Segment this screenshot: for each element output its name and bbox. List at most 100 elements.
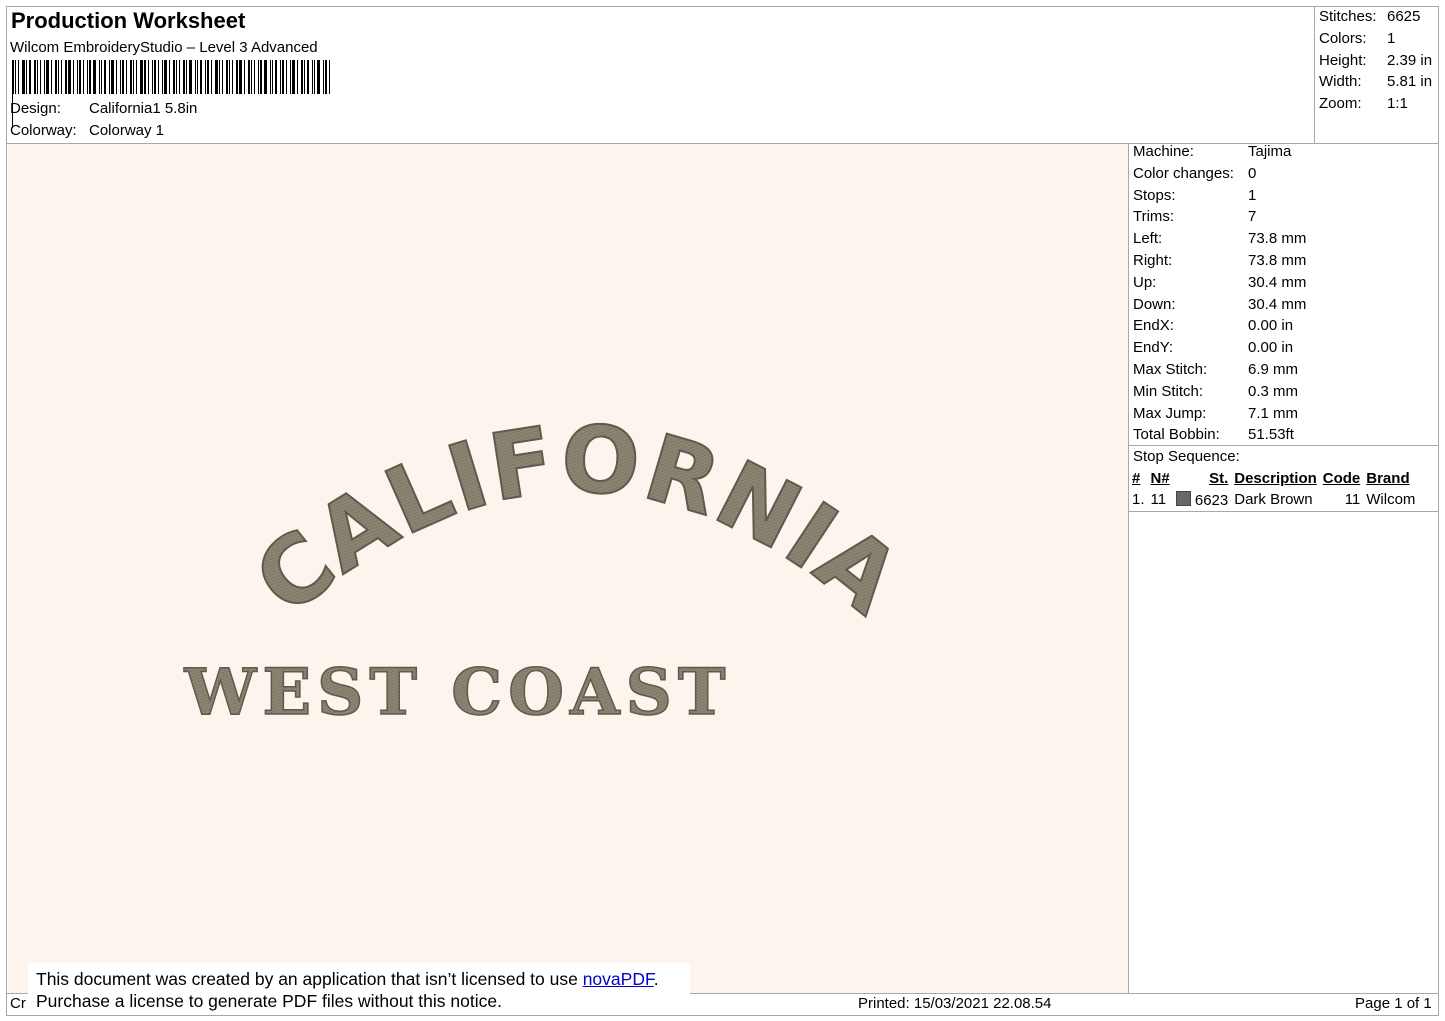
barcode-bar [169,60,170,94]
detail-value: 73.8 mm [1248,230,1307,248]
barcode-bar [99,60,100,94]
barcode-bar [307,60,309,94]
barcode-bar [264,60,267,94]
barcode-bar [239,60,242,94]
stop-sequence-title: Stop Sequence: [1133,448,1240,465]
detail-row: Up: 30.4 mm [1133,272,1433,294]
detail-row: Color changes: 0 [1133,163,1433,185]
barcode-bar [286,60,287,94]
barcode-bar [34,60,36,94]
page-number: Page 1 of 1 [1355,995,1432,1012]
detail-label: Max Jump: [1133,404,1207,422]
barcode-bar [126,60,127,94]
barcode-bar [144,60,146,94]
barcode-bar [37,60,38,94]
detail-value: 1 [1248,186,1257,204]
barcode-bar [83,60,84,94]
detail-value: 7 [1248,208,1257,226]
detail-row: Down: 30.4 mm [1133,294,1433,316]
barcode-bar [111,60,114,94]
barcode-bar [179,60,180,94]
colorway-label: Colorway: [10,122,77,139]
barcode-bar [162,60,163,94]
stops-bottom-rule [1128,511,1439,512]
barcode-bar [122,60,124,94]
detail-label: Min Stitch: [1133,382,1204,400]
barcode-bar [18,60,19,94]
barcode-bar [280,60,281,94]
worksheet-title: Production Worksheet [11,8,246,33]
detail-label: Total Bobbin: [1133,426,1220,444]
col-n: N# [1150,470,1170,487]
barcode-bar [68,60,71,94]
barcode-bar [93,60,96,94]
barcode-bar [323,60,324,94]
barcode-bar [136,60,137,94]
design-arc-text: CALIFORNIA [235,405,920,636]
barcode-bar [158,60,159,94]
barcode-bar [297,60,298,94]
barcode-bar [200,60,202,94]
barcode-bar [219,60,220,94]
summary-row-colors: Colors: 1 [1319,29,1396,47]
barcode-bar [176,60,177,94]
detail-label: Stops: [1133,186,1176,204]
detail-row: Max Jump: 7.1 mm [1133,403,1433,425]
barcode-bar [251,60,252,94]
barcode-bar [205,60,206,94]
detail-value: 51.53ft [1248,426,1294,444]
barcode-bar [260,60,262,94]
barcode-bar [120,60,121,94]
detail-row: Left: 73.8 mm [1133,228,1433,250]
barcode-bar [133,60,134,94]
detail-label: Max Stitch: [1133,360,1208,378]
barcode-bar [207,60,209,94]
barcode-bar [15,60,16,94]
detail-row: Machine: Tajima [1133,141,1433,163]
detail-row: Total Bobbin: 51.53ft [1133,424,1433,446]
barcode-bar [183,60,185,94]
barcode-bar [195,60,196,94]
barcode [12,60,334,128]
summary-row-height: Height: 2.39 in [1319,51,1433,69]
barcode-bar [40,60,41,94]
barcode-bar [292,60,295,94]
novapdf-link[interactable]: novaPDF [583,969,654,989]
barcode-bar [312,60,313,94]
detail-value: 30.4 mm [1248,295,1307,313]
detail-value: 0.00 in [1248,339,1294,357]
detail-value: 73.8 mm [1248,251,1307,269]
barcode-bar [46,60,49,94]
barcode-bar [301,60,303,94]
design-sub-text: WEST COAST [184,655,732,730]
barcode-bar [329,60,330,94]
barcode-bar [104,60,106,94]
stop-sequence-table: # N# St. Description Code Brand 1. 11 66… [1129,468,1418,510]
detail-row: Trims: 7 [1133,206,1433,228]
col-code: Code [1322,470,1361,487]
detail-row: Right: 73.8 mm [1133,250,1433,272]
detail-label: Up: [1133,273,1157,291]
detail-value: 6.9 mm [1248,360,1299,378]
detail-label: Color changes: [1133,164,1234,182]
barcode-bar [65,60,67,94]
col-st: St. [1209,470,1229,487]
barcode-bar [317,60,320,94]
detail-label: EndY: [1133,339,1174,357]
barcode-bar [116,60,117,94]
col-brand: Brand [1366,470,1410,487]
footer-left: Cr [10,995,26,1012]
barcode-bar [232,60,233,94]
color-swatch [1175,490,1191,506]
barcode-bar [154,60,156,94]
design-label: Design: [10,100,61,117]
barcode-bar [248,60,250,94]
barcode-bar [164,60,167,94]
detail-label: Left: [1133,230,1163,248]
barcode-bar [197,60,198,94]
barcode-bar [26,60,27,94]
barcode-bar [61,60,62,94]
barcode-bar [73,60,74,94]
barcode-bar [282,60,284,94]
barcode-bar [152,60,153,94]
